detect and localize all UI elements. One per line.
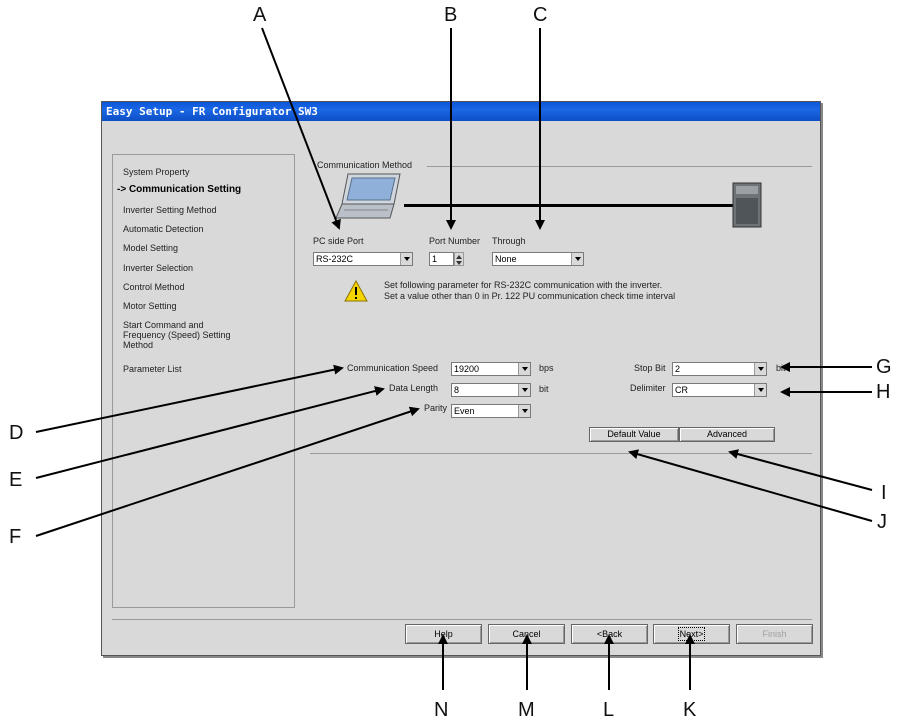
- callout-a: A: [253, 4, 267, 26]
- leader-e: [35, 386, 385, 479]
- callout-g: G: [876, 356, 892, 378]
- leader-j: [628, 449, 873, 522]
- callout-h: H: [876, 381, 891, 403]
- leader-i: [728, 449, 873, 491]
- callout-k: K: [683, 699, 697, 721]
- callout-d: D: [9, 422, 24, 444]
- leader-a: [261, 27, 341, 230]
- callout-c: C: [533, 4, 548, 26]
- callout-n: N: [434, 699, 449, 721]
- callout-m: M: [518, 699, 535, 721]
- callout-j: J: [877, 511, 887, 533]
- callout-e: E: [9, 469, 23, 491]
- callout-leader-lines: [35, 27, 873, 690]
- callout-b: B: [444, 4, 458, 26]
- callout-i: I: [881, 482, 887, 504]
- callout-l: L: [603, 699, 615, 721]
- callout-f: F: [9, 526, 22, 548]
- leader-d: [35, 364, 344, 433]
